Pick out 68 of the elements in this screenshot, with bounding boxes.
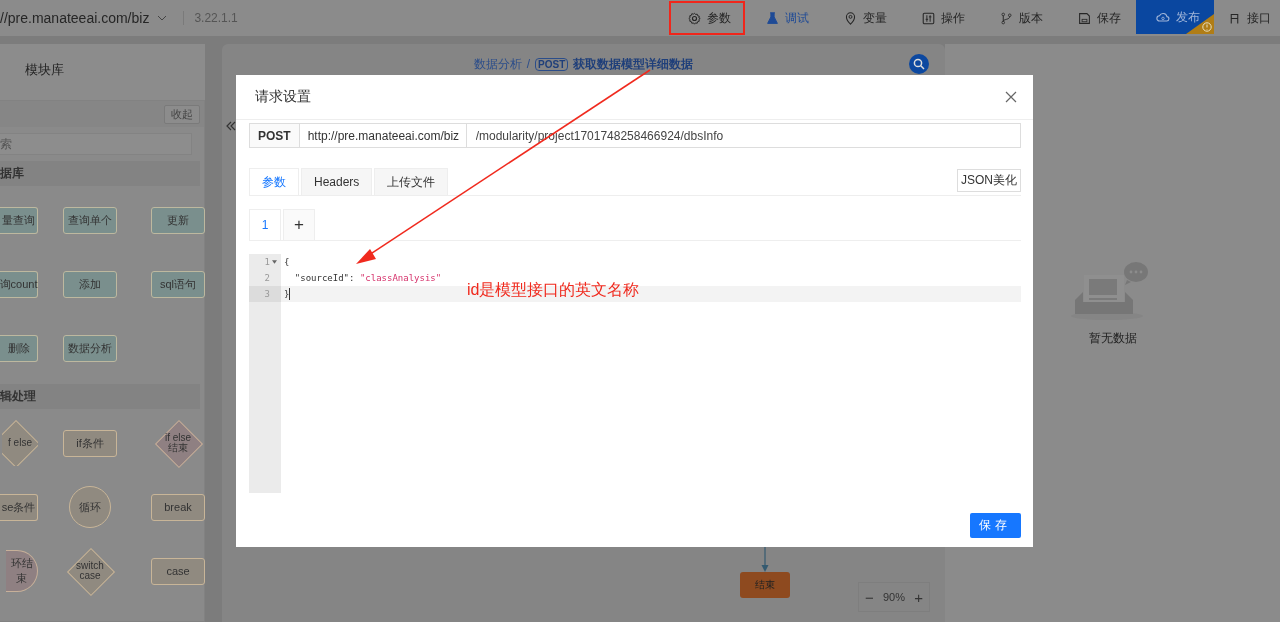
method-label: POST (249, 123, 299, 148)
code-line: "sourceId": "classAnalysis" (293, 273, 442, 283)
method-tag: POST (535, 57, 569, 71)
breadcrumb-link[interactable]: 数据分析 (473, 55, 522, 73)
module-node[interactable]: break (151, 493, 205, 521)
module-node[interactable]: 循环 (69, 486, 111, 528)
tab[interactable]: 上传文件 (374, 168, 449, 195)
save-button[interactable]: 保存 (970, 513, 1021, 538)
gear-icon (688, 11, 701, 25)
breadcrumb-separator: / (526, 57, 531, 71)
module-node[interactable]: f else (2, 420, 38, 466)
base-url-select[interactable]: http://pre.manateeai.com/biz (298, 123, 466, 148)
annotation-text: id是模型接口的英文名称 (467, 280, 640, 300)
end-node[interactable]: 结束 (740, 572, 790, 598)
zoom-in-button[interactable]: + (911, 588, 926, 606)
sliders-icon (922, 11, 935, 25)
section-header: 辑处理 (0, 384, 200, 409)
toolbar-button[interactable]: 版本 (980, 0, 1058, 36)
tab[interactable]: Headers (301, 168, 373, 195)
empty-state-text: 暂无数据 (1088, 329, 1137, 347)
code-line: { (284, 257, 290, 267)
module-node[interactable]: 量查询 (0, 206, 38, 234)
text-cursor (289, 288, 291, 300)
collapse-button[interactable]: 收起 (164, 104, 200, 124)
module-node[interactable]: 更新 (151, 206, 205, 234)
module-node[interactable]: 删除 (0, 334, 38, 362)
module-node[interactable]: sql语句 (151, 270, 205, 298)
body-tab[interactable]: 1 (249, 209, 281, 240)
zoom-out-button[interactable]: − (862, 588, 877, 606)
toolbar-button[interactable]: 调试 (746, 0, 824, 36)
code-line: } (284, 289, 290, 299)
close-icon[interactable] (1005, 91, 1017, 103)
json-format-button[interactable]: JSON美化 (957, 169, 1021, 192)
search-icon[interactable] (909, 54, 929, 74)
branch-icon (1000, 11, 1013, 25)
fold-caret-icon[interactable] (272, 260, 277, 264)
tab[interactable]: 参数 (249, 168, 299, 195)
line-number: 3 (264, 289, 270, 299)
dialog-title: 请求设置 (255, 88, 311, 106)
module-node[interactable]: if条件 (63, 429, 117, 457)
module-node[interactable]: if else 结束 (155, 420, 201, 466)
module-node[interactable]: se条件 (0, 493, 38, 521)
cloud-icon (1156, 10, 1170, 24)
module-node[interactable]: switch case (67, 548, 113, 594)
api-title: 获取数据模型详细数据 (573, 55, 694, 73)
toolbar-button[interactable]: 参数 (668, 0, 746, 36)
line-number: 1 (264, 257, 270, 267)
module-node[interactable]: 添加 (63, 270, 117, 298)
module-node[interactable]: 数据分析 (63, 334, 117, 362)
url-select[interactable]: //pre.manateeai.com/biz (0, 10, 150, 26)
add-tab-button[interactable]: + (283, 209, 315, 240)
chevron-down-icon (157, 15, 168, 21)
zoom-level: 90% (882, 591, 905, 603)
toolbar-button[interactable]: 操作 (902, 0, 980, 36)
location-pin-icon (844, 11, 857, 25)
toolbar-button[interactable]: 变量 (824, 0, 902, 36)
flask-icon (766, 11, 779, 25)
save-icon (1078, 11, 1091, 25)
module-node[interactable]: case (151, 557, 205, 585)
panel-title: 模块库 (24, 61, 65, 79)
line-number: 2 (264, 273, 270, 283)
section-header: 据库 (0, 161, 200, 186)
toolbar-button[interactable]: 接口 (1214, 0, 1280, 36)
toolbar-button[interactable]: 发布 (1136, 0, 1214, 34)
module-node[interactable]: 查询单个 (63, 206, 117, 234)
connector-arrow (761, 544, 769, 572)
module-node[interactable]: 环结束 (6, 550, 38, 592)
toolbar-button[interactable]: 保存 (1058, 0, 1136, 36)
